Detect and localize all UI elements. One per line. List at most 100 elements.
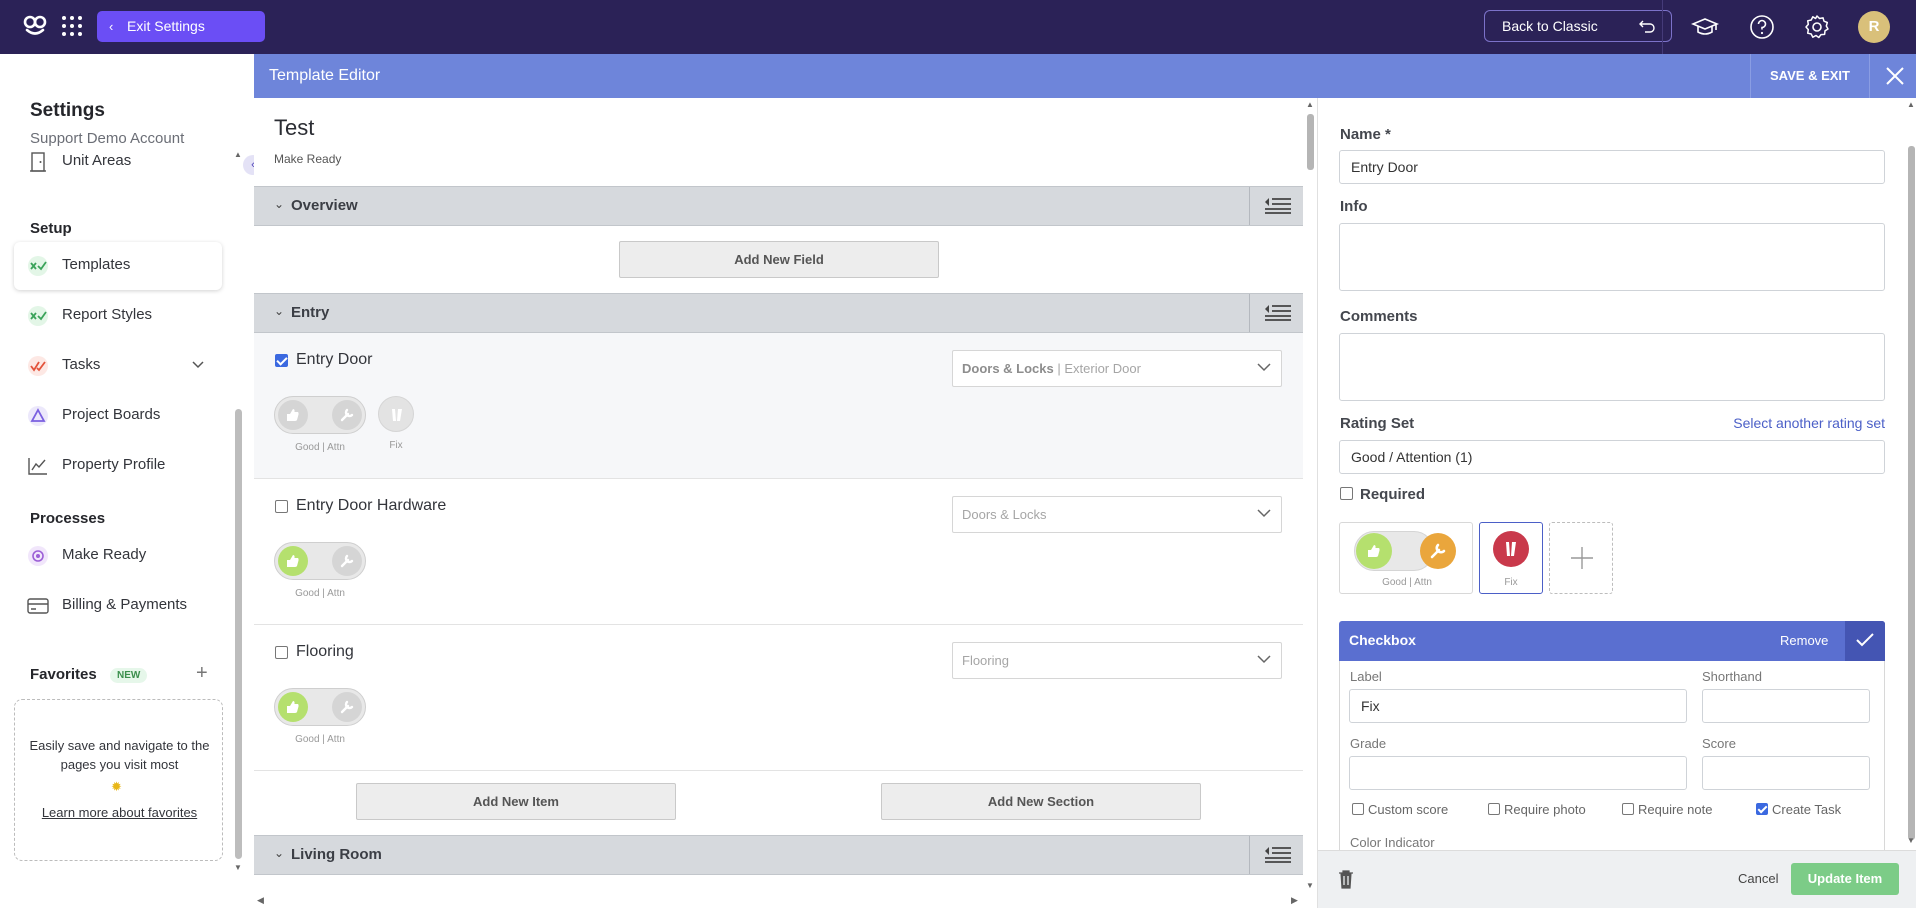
exit-settings-button[interactable]: ‹ Exit Settings xyxy=(97,11,265,42)
app-logo-icon[interactable] xyxy=(22,12,48,38)
label-label: Label xyxy=(1350,669,1382,684)
scroll-down-arrow[interactable]: ▼ xyxy=(1907,836,1915,845)
close-icon[interactable] xyxy=(1882,63,1908,89)
select-rating-set-link[interactable]: Select another rating set xyxy=(1731,415,1885,431)
rating-toggle[interactable] xyxy=(274,542,366,580)
category-dropdown[interactable]: Doors & Locks | Exterior Door xyxy=(952,350,1282,387)
sidebar-item-tasks[interactable]: Tasks xyxy=(14,342,222,390)
score-field[interactable] xyxy=(1702,756,1870,790)
rating-set-field[interactable]: Good / Attention (1) xyxy=(1339,440,1885,474)
item-checkbox[interactable] xyxy=(275,646,288,659)
favorites-text: Easily save and navigate to the pages yo… xyxy=(29,738,210,772)
sidebar-item-label: Property Profile xyxy=(62,456,166,473)
cancel-button[interactable]: Cancel xyxy=(1738,871,1778,886)
add-rating-option-button[interactable] xyxy=(1549,522,1613,594)
sidebar-title: Settings xyxy=(30,100,105,121)
section-header-overview[interactable]: ⌄ Overview xyxy=(254,186,1303,226)
sidebar-item-property-profile[interactable]: Property Profile xyxy=(14,442,222,490)
add-favorite-button[interactable]: + xyxy=(196,662,208,685)
sidebar-scrollbar[interactable] xyxy=(235,409,242,859)
add-new-section-button[interactable]: Add New Section xyxy=(881,783,1201,820)
custom-score-checkbox[interactable] xyxy=(1352,803,1364,815)
remove-button[interactable]: Remove xyxy=(1780,633,1828,648)
create-task-checkbox[interactable] xyxy=(1756,803,1768,815)
scroll-up-arrow[interactable]: ▲ xyxy=(234,150,242,159)
template-item[interactable]: Flooring Flooring Good | Attn xyxy=(254,625,1303,771)
scroll-up-arrow[interactable]: ▲ xyxy=(1907,100,1915,109)
help-icon[interactable] xyxy=(1748,13,1776,41)
scroll-up-arrow[interactable]: ▲ xyxy=(1306,100,1314,109)
name-field[interactable]: Entry Door xyxy=(1339,150,1885,184)
chevron-down-icon[interactable]: ⌄ xyxy=(274,846,284,860)
chevron-down-icon xyxy=(1257,363,1271,372)
section-reorder-button[interactable] xyxy=(1249,836,1303,874)
sidebar-item-project-boards[interactable]: Project Boards xyxy=(14,392,222,440)
add-new-item-button[interactable]: Add New Item xyxy=(356,783,676,820)
scroll-right-arrow[interactable]: ▶ xyxy=(1291,895,1298,906)
chevron-down-icon[interactable]: ⌄ xyxy=(274,197,284,211)
item-properties-panel: Name * Entry Door Info Comments Rating S… xyxy=(1317,98,1916,908)
rating-toggle[interactable] xyxy=(274,688,366,726)
chevron-down-icon[interactable]: ⌄ xyxy=(274,304,284,318)
sidebar-item-billing[interactable]: Billing & Payments xyxy=(14,582,222,630)
pane-vertical-scrollbar[interactable]: ▲ ▼ xyxy=(1303,98,1317,895)
user-avatar[interactable]: R xyxy=(1858,11,1890,43)
item-checkbox[interactable] xyxy=(275,500,288,513)
comments-textarea[interactable] xyxy=(1339,333,1885,401)
sparkle-icon: ✹ xyxy=(111,779,122,794)
wrench-icon xyxy=(332,692,362,722)
comments-label: Comments xyxy=(1340,308,1418,325)
scroll-down-arrow[interactable]: ▼ xyxy=(234,863,242,872)
rating-option-good-attn[interactable]: Good | Attn xyxy=(1339,522,1473,594)
fix-option-icon[interactable] xyxy=(378,396,414,432)
save-exit-button[interactable]: SAVE & EXIT xyxy=(1750,54,1870,98)
category-dropdown[interactable]: Doors & Locks xyxy=(952,496,1282,533)
template-item[interactable]: Entry Door Doors & Locks | Exterior Door… xyxy=(254,333,1303,479)
template-structure-pane: Test Make Ready ⌄ Overview Add New Field… xyxy=(254,98,1303,908)
category-dropdown[interactable]: Flooring xyxy=(952,642,1282,679)
info-textarea[interactable] xyxy=(1339,223,1885,291)
panel-scrollbar[interactable]: ▲ ▼ xyxy=(1906,98,1916,850)
apps-grid-icon[interactable] xyxy=(61,15,83,37)
item-checkbox[interactable] xyxy=(275,354,288,367)
sidebar-item-label: Templates xyxy=(62,256,131,273)
require-note-label: Require note xyxy=(1638,802,1713,817)
fix-option-label: Fix xyxy=(1504,577,1518,588)
section-label: Living Room xyxy=(291,846,382,863)
horizontal-scrollbar[interactable]: ◀ ▶ xyxy=(254,895,1303,908)
rating-option-fix[interactable]: Fix xyxy=(1479,522,1543,594)
section-label: Overview xyxy=(291,197,358,214)
section-header-entry[interactable]: ⌄ Entry xyxy=(254,293,1303,333)
back-to-classic-button[interactable]: Back to Classic xyxy=(1484,10,1672,42)
shorthand-field[interactable] xyxy=(1702,689,1870,723)
confirm-button[interactable] xyxy=(1845,621,1885,661)
label-field[interactable]: Fix xyxy=(1349,689,1687,723)
project-boards-icon xyxy=(28,406,48,426)
undo-icon xyxy=(1639,20,1655,33)
gear-icon[interactable] xyxy=(1803,13,1831,41)
required-checkbox[interactable] xyxy=(1340,487,1353,500)
require-photo-checkbox[interactable] xyxy=(1488,803,1500,815)
panel-scroll-thumb[interactable] xyxy=(1908,146,1915,840)
section-header-living-room[interactable]: ⌄ Living Room xyxy=(254,835,1303,875)
section-reorder-button[interactable] xyxy=(1249,187,1303,225)
sidebar-item-unit-areas[interactable]: Unit Areas xyxy=(14,150,222,184)
require-note-checkbox[interactable] xyxy=(1622,803,1634,815)
sidebar-item-make-ready[interactable]: Make Ready xyxy=(14,532,222,580)
sidebar-item-report-styles[interactable]: Report Styles xyxy=(14,292,222,340)
sidebar-item-templates[interactable]: Templates xyxy=(14,242,222,290)
pane-scroll-thumb[interactable] xyxy=(1307,114,1314,170)
reorder-icon xyxy=(1265,198,1291,214)
scroll-left-arrow[interactable]: ◀ xyxy=(257,895,264,906)
graduation-cap-icon[interactable] xyxy=(1691,13,1719,41)
scroll-down-arrow[interactable]: ▼ xyxy=(1306,881,1314,890)
rating-toggle[interactable] xyxy=(274,396,366,434)
trash-icon[interactable] xyxy=(1338,869,1354,889)
grade-field[interactable] xyxy=(1349,756,1687,790)
add-new-field-button[interactable]: Add New Field xyxy=(619,241,939,278)
template-item[interactable]: Entry Door Hardware Doors & Locks Good |… xyxy=(254,479,1303,625)
template-name: Test xyxy=(274,115,315,140)
section-reorder-button[interactable] xyxy=(1249,294,1303,332)
learn-more-favorites-link[interactable]: Learn more about favorites xyxy=(15,805,224,820)
update-item-button[interactable]: Update Item xyxy=(1791,863,1899,895)
